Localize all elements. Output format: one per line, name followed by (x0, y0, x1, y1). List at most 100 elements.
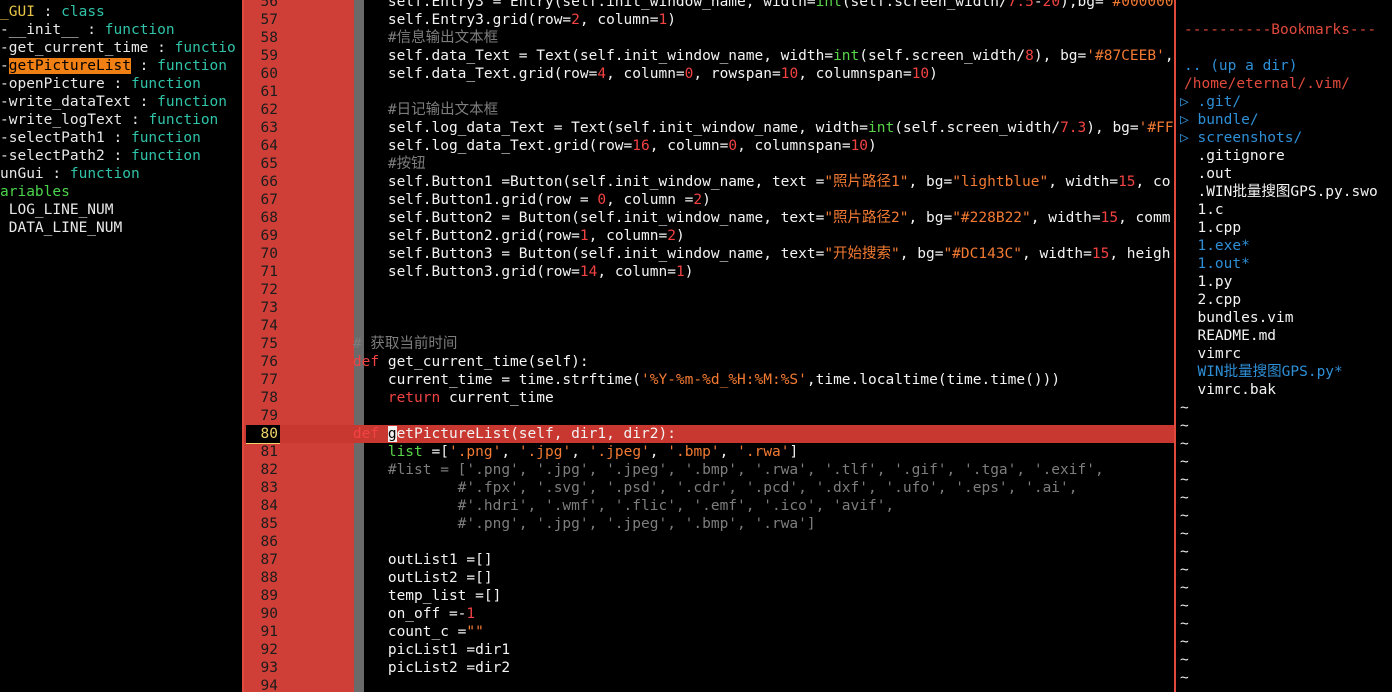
tag-name[interactable]: selectPath2 (9, 148, 105, 164)
line-text[interactable]: self.Button1.grid(row = 0, column =2) (318, 191, 711, 209)
tree-entry-name[interactable]: bundle/ (1197, 112, 1258, 128)
tag-name[interactable]: __init__ (9, 22, 79, 38)
code-line[interactable]: 86 (244, 533, 1174, 551)
code-line[interactable]: 79 (244, 407, 1174, 425)
tree-file[interactable]: .gitignore (1180, 147, 1284, 165)
line-text[interactable]: self.Button2.grid(row=1, column=2) (318, 227, 685, 245)
line-text[interactable]: #日记输出文本框 (318, 101, 498, 119)
tagbar-entry[interactable]: unGui : function (0, 165, 140, 183)
tagbar-entry[interactable]: LOG_LINE_NUM (0, 201, 114, 219)
tree-dir[interactable]: ▷ screenshots/ (1180, 129, 1302, 147)
line-text[interactable]: self.Button1 =Button(self.init_window_na… (318, 173, 1171, 191)
tagbar-entry[interactable]: DATA_LINE_NUM (0, 219, 123, 237)
tree-entry-name[interactable]: .gitignore (1197, 148, 1284, 164)
tree-entry-name[interactable]: 1.out* (1197, 256, 1249, 272)
tree-entry-name[interactable]: 1.py (1197, 274, 1232, 290)
code-line[interactable]: 67 self.Button1.grid(row = 0, column =2) (244, 191, 1174, 209)
tree-entry-name[interactable]: .git/ (1197, 94, 1241, 110)
tree-entry-name[interactable]: screenshots/ (1197, 130, 1302, 146)
line-text[interactable]: #'.hdri', '.wmf', '.flic', '.emf', '.ico… (318, 497, 895, 515)
line-text[interactable]: # 获取当前时间 (318, 335, 457, 353)
tree-dir[interactable]: ▷ bundle/ (1180, 111, 1259, 129)
code-line[interactable]: 63 self.log_data_Text = Text(self.init_w… (244, 119, 1174, 137)
tagbar-entry[interactable]: -selectPath1 : function (0, 129, 201, 147)
code-line[interactable]: 88 outList2 =[] (244, 569, 1174, 587)
line-text[interactable]: self.Button3 = Button(self.init_window_n… (318, 245, 1171, 263)
tree-file[interactable]: vimrc.bak (1180, 381, 1276, 399)
code-line[interactable]: 70 self.Button3 = Button(self.init_windo… (244, 245, 1174, 263)
tag-name[interactable]: _GUI (0, 4, 35, 20)
line-text[interactable]: self.Button3.grid(row=14, column=1) (318, 263, 694, 281)
tree-entry-name[interactable]: 1.exe* (1197, 238, 1249, 254)
line-text[interactable]: self.log_data_Text.grid(row=16, column=0… (318, 137, 877, 155)
tree-file[interactable]: bundles.vim (1180, 309, 1293, 327)
code-line[interactable]: 82 #list = ['.png', '.jpg', '.jpeg', '.b… (244, 461, 1174, 479)
line-text[interactable]: count_c ="" (318, 623, 484, 641)
expand-arrow-icon[interactable]: ▷ (1180, 112, 1197, 128)
tagbar-entry[interactable]: -getPictureList : function (0, 57, 227, 75)
line-text[interactable]: self.Entry3 = Entry(self.init_window_nam… (318, 0, 1174, 11)
line-text[interactable]: outList2 =[] (318, 569, 493, 587)
code-line[interactable]: 83 #'.fpx', '.svg', '.psd', '.cdr', '.pc… (244, 479, 1174, 497)
tagbar-entry[interactable]: -__init__ : function (0, 21, 175, 39)
line-text[interactable]: def getPictureList(self, dir1, dir2): (318, 425, 676, 443)
line-text[interactable]: def get_current_time(self): (318, 353, 589, 371)
tag-name[interactable]: openPicture (9, 76, 105, 92)
tagbar-entry[interactable]: -openPicture : function (0, 75, 201, 93)
tree-file[interactable]: WIN批量搜图GPS.py* (1180, 363, 1342, 381)
code-line[interactable]: 59 self.data_Text = Text(self.init_windo… (244, 47, 1174, 65)
tagbar-entry[interactable]: -write_logText : function (0, 111, 218, 129)
code-line[interactable]: 62 #日记输出文本框 (244, 101, 1174, 119)
code-line[interactable]: 66 self.Button1 =Button(self.init_window… (244, 173, 1174, 191)
line-text[interactable]: self.log_data_Text = Text(self.init_wind… (318, 119, 1174, 137)
code-line[interactable]: 65 #按钮 (244, 155, 1174, 173)
code-line[interactable]: 61 (244, 83, 1174, 101)
code-line[interactable]: 72 (244, 281, 1174, 299)
line-text[interactable]: self.data_Text = Text(self.init_window_n… (318, 47, 1174, 65)
tree-entry-name[interactable]: vimrc (1197, 346, 1241, 362)
code-line[interactable]: 81 list =['.png', '.jpg', '.jpeg', '.bmp… (244, 443, 1174, 461)
tree-file[interactable]: .out (1180, 165, 1232, 183)
tag-name[interactable]: get_current_time (9, 40, 149, 56)
tree-file[interactable]: 1.c (1180, 201, 1223, 219)
code-line[interactable]: 93 picList2 =dir2 (244, 659, 1174, 677)
line-text[interactable]: on_off =-1 (318, 605, 475, 623)
line-text[interactable]: self.Entry3.grid(row=2, column=1) (318, 11, 676, 29)
line-text[interactable]: list =['.png', '.jpg', '.jpeg', '.bmp', … (318, 443, 798, 461)
code-line[interactable]: 60 self.data_Text.grid(row=4, column=0, … (244, 65, 1174, 83)
code-line[interactable]: 89 temp_list =[] (244, 587, 1174, 605)
line-text[interactable]: #'.png', '.jpg', '.jpeg', '.bmp', '.rwa'… (318, 515, 816, 533)
code-line[interactable]: 94 (244, 677, 1174, 692)
tag-name[interactable]: selectPath1 (9, 130, 105, 146)
expand-arrow-icon[interactable]: ▷ (1180, 94, 1197, 110)
code-lines[interactable]: 56 self.Entry3 = Entry(self.init_window_… (244, 0, 1174, 692)
tagbar-entry[interactable]: ariables (0, 183, 70, 201)
line-text[interactable]: #信息输出文本框 (318, 29, 498, 47)
code-line[interactable]: 74 (244, 317, 1174, 335)
code-editor[interactable]: 56 self.Entry3 = Entry(self.init_window_… (244, 0, 1174, 692)
tree-entry-name[interactable]: 1.cpp (1197, 220, 1241, 236)
code-line[interactable]: 90 on_off =-1 (244, 605, 1174, 623)
line-text[interactable]: temp_list =[] (318, 587, 502, 605)
code-line[interactable]: 75 # 获取当前时间 (244, 335, 1174, 353)
tree-file[interactable]: 2.cpp (1180, 291, 1241, 309)
code-line[interactable]: 68 self.Button2 = Button(self.init_windo… (244, 209, 1174, 227)
tag-name[interactable]: getPictureList (8, 58, 131, 74)
tree-entry-name[interactable]: 2.cpp (1197, 292, 1241, 308)
line-text[interactable]: picList2 =dir2 (318, 659, 510, 677)
tag-name[interactable]: ariables (0, 184, 70, 200)
tagbar-entry[interactable]: _GUI : class (0, 3, 105, 21)
tree-entry-name[interactable]: vimrc.bak (1197, 382, 1276, 398)
tag-name[interactable]: write_dataText (9, 94, 131, 110)
code-line[interactable]: 87 outList1 =[] (244, 551, 1174, 569)
line-text[interactable]: current_time = time.strftime('%Y-%m-%d_%… (318, 371, 1060, 389)
tree-file[interactable]: 1.cpp (1180, 219, 1241, 237)
tag-name[interactable]: LOG_LINE_NUM (9, 202, 114, 218)
code-line[interactable]: 76 def get_current_time(self): (244, 353, 1174, 371)
code-line[interactable]: 64 self.log_data_Text.grid(row=16, colum… (244, 137, 1174, 155)
tree-file[interactable]: vimrc (1180, 345, 1241, 363)
tree-entry-name[interactable]: bundles.vim (1197, 310, 1293, 326)
tree-entry-name[interactable]: 1.c (1197, 202, 1223, 218)
line-text[interactable]: #list = ['.png', '.jpg', '.jpeg', '.bmp'… (318, 461, 1104, 479)
line-text[interactable]: #'.fpx', '.svg', '.psd', '.cdr', '.pcd',… (318, 479, 1078, 497)
